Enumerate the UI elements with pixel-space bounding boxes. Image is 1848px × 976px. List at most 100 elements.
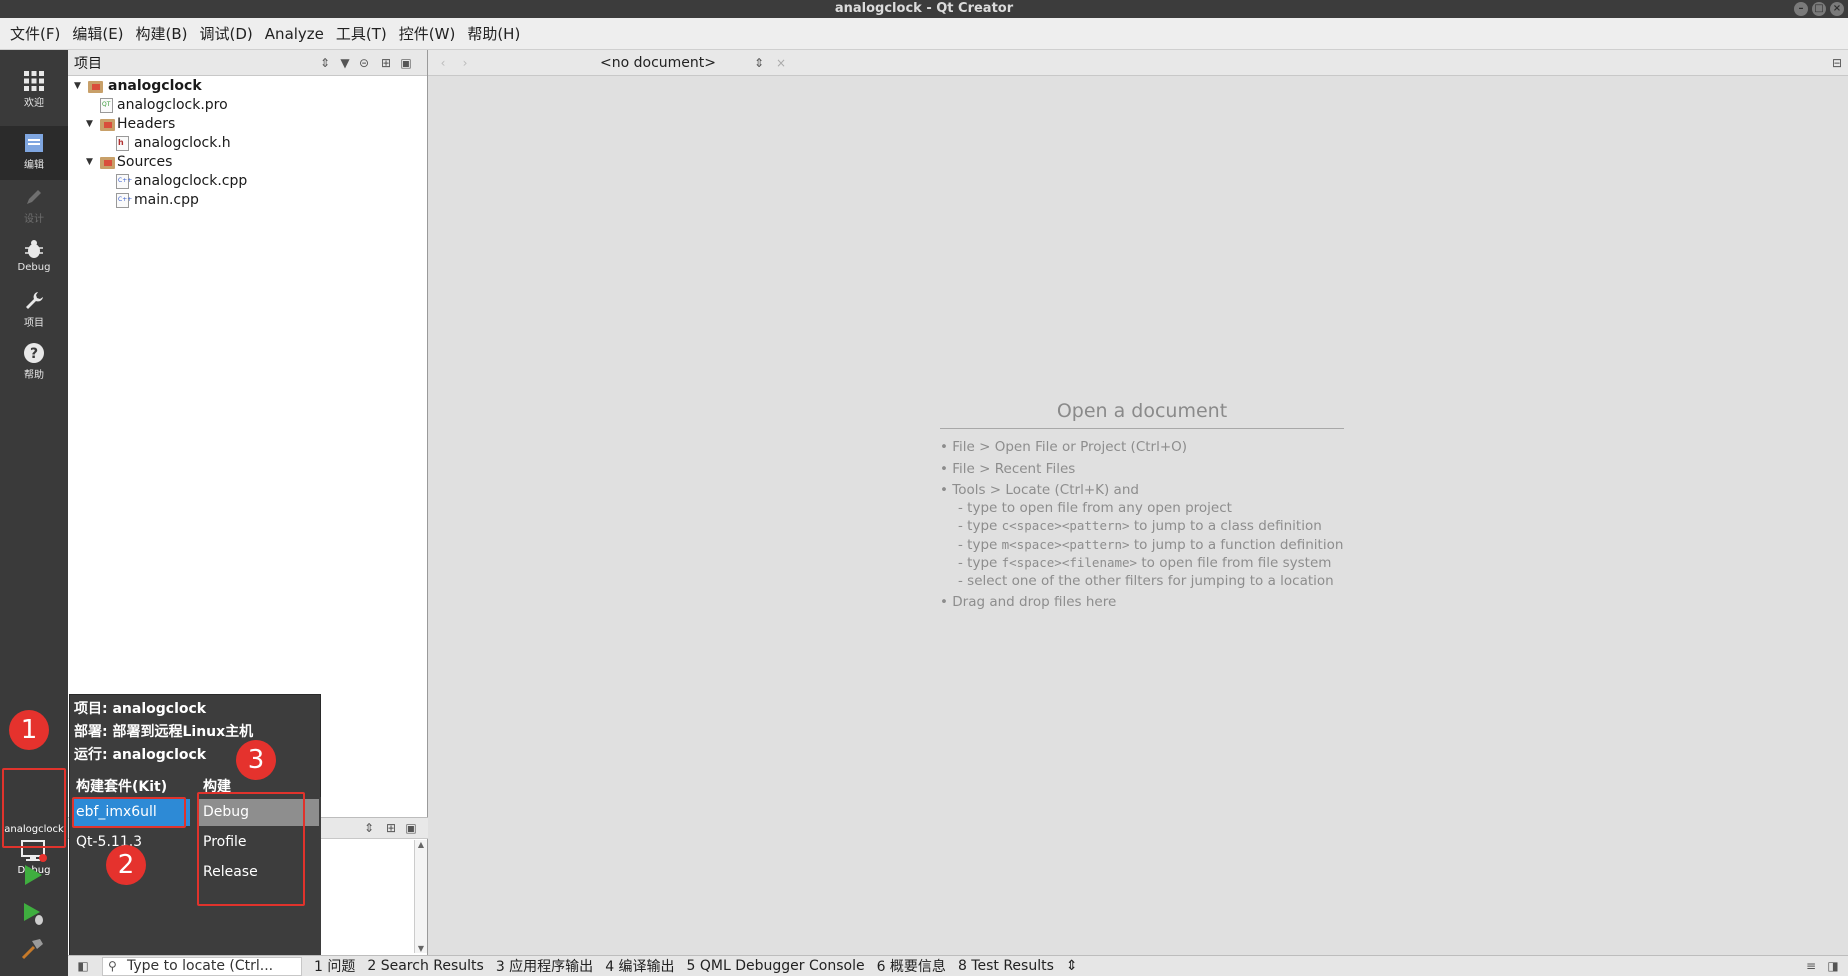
hint-line: • Drag and drop files here	[940, 594, 1117, 610]
kit-item[interactable]: ebf_imx6ull	[72, 799, 190, 826]
pane-button-general-messages[interactable]: 6 概要信息	[877, 956, 946, 976]
scroll-up-icon[interactable]: ▲	[415, 840, 427, 849]
window-controls: – □ ×	[1794, 2, 1844, 16]
minimize-icon[interactable]: –	[1794, 2, 1808, 16]
hint-line: - select one of the other filters for ju…	[958, 572, 1334, 589]
menu-analyze[interactable]: Analyze	[259, 18, 330, 50]
locator-input[interactable]: ⚲ Type to locate (Ctrl...	[102, 956, 302, 976]
grid-icon	[24, 71, 44, 91]
sort-arrows-icon[interactable]: ⇕	[360, 819, 378, 837]
toggle-right-sidebar-icon[interactable]: ◨	[1824, 957, 1842, 975]
pencil-icon	[27, 190, 41, 204]
link-icon[interactable]: ⊝	[355, 54, 373, 72]
menu-debug[interactable]: 调试(D)	[194, 18, 259, 50]
annotation-badge: 1	[9, 710, 49, 750]
wrench-icon	[26, 292, 43, 309]
filter-icon[interactable]: ▼	[336, 54, 354, 72]
help-icon: ?	[24, 343, 44, 363]
hint-text: to open file from file system	[1137, 555, 1332, 571]
pane-button-search-results[interactable]: 2 Search Results	[367, 958, 483, 974]
mode-help[interactable]: ? 帮助	[0, 336, 68, 388]
split-icon[interactable]: ⊞	[382, 819, 400, 837]
document-icon	[25, 134, 43, 152]
hint-code: m<space><pattern>	[1001, 536, 1130, 552]
forward-icon[interactable]: ›	[456, 54, 474, 72]
svg-text:?: ?	[30, 346, 38, 362]
menu-edit[interactable]: 编辑(E)	[66, 18, 129, 50]
close-icon[interactable]: ×	[1830, 2, 1844, 16]
pane-button-test-results[interactable]: 8 Test Results	[958, 958, 1054, 974]
tree-label: Sources	[117, 154, 173, 170]
mode-projects[interactable]: 项目	[0, 284, 68, 336]
more-panes-arrows-icon[interactable]: ⇕	[1066, 958, 1078, 974]
annotation-badge: 3	[236, 740, 276, 780]
build-item[interactable]: Profile	[199, 829, 319, 856]
hint-code: c<space><pattern>	[1001, 518, 1130, 533]
mode-bar: 欢迎 编辑 设计 Debug 项目 ? 帮助 analogclock	[0, 50, 68, 976]
maximize-icon[interactable]: □	[1812, 2, 1826, 16]
close-pane-icon[interactable]: ▣	[397, 54, 415, 72]
sidebar-header: 项目 ⇕ ▼ ⊝ ⊞ ▣	[68, 50, 427, 76]
hint-line: • File > Recent Files	[940, 460, 1076, 477]
menu-tools[interactable]: 工具(T)	[330, 18, 393, 50]
tree-label: analogclock.h	[134, 135, 231, 151]
search-icon: ⚲	[108, 958, 117, 973]
scroll-down-icon[interactable]: ▼	[415, 944, 427, 953]
build-hammer-icon[interactable]	[20, 936, 46, 962]
hint-line: - type to open file from any open projec…	[958, 499, 1232, 516]
lower-panel-scrollbar[interactable]: ▲ ▼	[414, 840, 427, 953]
back-icon[interactable]: ‹	[434, 54, 452, 72]
project-folder-icon	[88, 81, 103, 93]
target-project-name: analogclock	[4, 824, 64, 835]
hint-line: - type m<space><pattern> to jump to a fu…	[940, 536, 1344, 555]
tree-label: analogclock	[108, 78, 202, 94]
progress-details-icon[interactable]: ≡	[1802, 957, 1820, 975]
menu-help[interactable]: 帮助(H)	[461, 18, 526, 50]
open-document-title: Open a document	[940, 400, 1344, 429]
mode-design[interactable]: 设计	[0, 180, 68, 232]
build-column-header: 构建	[203, 779, 231, 795]
tree-label: analogclock.cpp	[134, 173, 248, 189]
menu-build[interactable]: 构建(B)	[130, 18, 194, 50]
editor-toolbar: ‹ › <no document> ⇕ × ⊟	[428, 50, 1848, 76]
mode-welcome[interactable]: 欢迎	[0, 64, 68, 116]
open-document-hint: Open a document • File > Open File or Pr…	[940, 400, 1344, 612]
run-icon[interactable]	[20, 862, 46, 888]
close-document-icon[interactable]: ×	[772, 54, 790, 72]
split-icon[interactable]: ⊞	[377, 54, 395, 72]
build-config-list: Debug Profile Release	[197, 797, 321, 955]
split-icon[interactable]: ⊟	[1828, 54, 1846, 72]
build-item[interactable]: Release	[199, 859, 319, 886]
pane-button-app-output[interactable]: 3 应用程序输出	[496, 956, 593, 976]
pane-button-compile-output[interactable]: 4 编译输出	[605, 956, 674, 976]
toggle-sidebar-icon[interactable]: ◧	[74, 957, 92, 975]
window-title: analogclock - Qt Creator	[834, 1, 1014, 16]
annotation-badge: 2	[106, 845, 146, 885]
expand-arrow-icon[interactable]: ▼	[86, 115, 96, 134]
close-pane-icon[interactable]: ▣	[402, 819, 420, 837]
menu-file[interactable]: 文件(F)	[4, 18, 66, 50]
mode-debug[interactable]: Debug	[0, 232, 68, 284]
menu-controls[interactable]: 控件(W)	[393, 18, 462, 50]
build-item[interactable]: Debug	[199, 799, 319, 826]
hint-text: - type	[958, 518, 1002, 534]
status-bar: ◧ ⚲ Type to locate (Ctrl... 1 问题 2 Searc…	[68, 955, 1848, 976]
sources-folder-icon	[100, 157, 115, 169]
locator-placeholder: Type to locate (Ctrl...	[127, 957, 274, 974]
hint-text: to jump to a class definition	[1129, 518, 1322, 534]
mode-label: 编辑	[24, 160, 44, 171]
expand-arrow-icon[interactable]: ▼	[86, 153, 96, 172]
combo-arrows-icon[interactable]: ⇕	[750, 54, 768, 72]
sort-arrows-icon[interactable]: ⇕	[316, 54, 334, 72]
mode-edit[interactable]: 编辑	[0, 126, 68, 180]
kit-selector-popup: 项目: analogclock 部署: 部署到远程Linux主机 运行: ana…	[69, 694, 321, 956]
pane-button-issues[interactable]: 1 问题	[314, 956, 355, 976]
debug-run-icon[interactable]	[20, 900, 46, 926]
pane-button-qml-console[interactable]: 5 QML Debugger Console	[687, 958, 865, 974]
header-file-icon	[116, 136, 129, 151]
mode-label: 项目	[24, 318, 44, 329]
hint-line: • File > Open File or Project (Ctrl+O)	[940, 439, 1188, 455]
popup-project-line: 项目: analogclock	[74, 701, 207, 717]
expand-arrow-icon[interactable]: ▼	[74, 77, 84, 96]
hint-code: f<space><filename>	[1001, 555, 1138, 570]
